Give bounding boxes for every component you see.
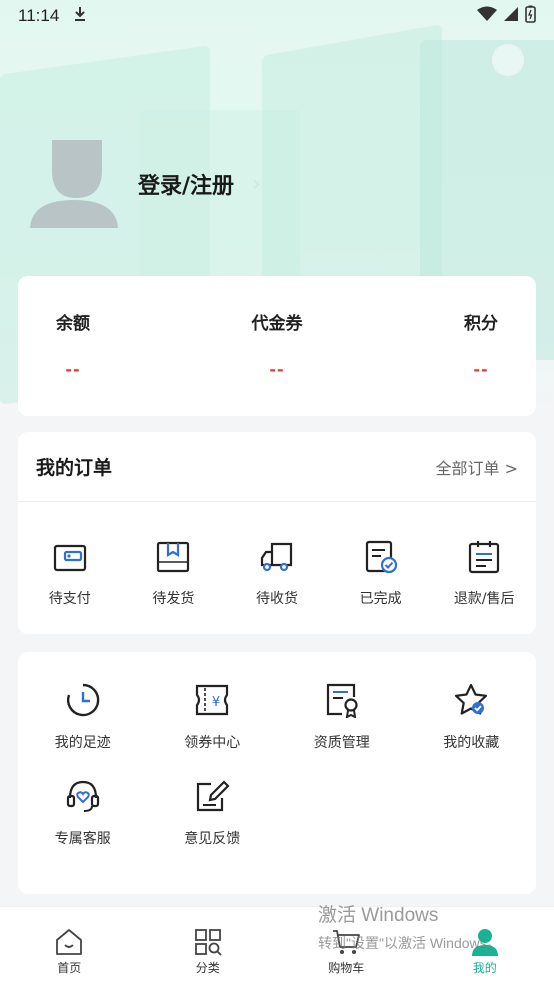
order-status-label: 退款/售后 [453, 591, 515, 607]
service-label: 意见反馈 [184, 831, 241, 847]
watermark-line2: 转到"设置"以激活 Windows。 [318, 935, 501, 951]
star-icon [455, 683, 488, 715]
balance-item-voucher[interactable]: 代金券 -- [252, 276, 303, 416]
headset-icon [66, 780, 99, 812]
service-qualification[interactable]: 资质管理 [277, 682, 407, 752]
default-avatar-icon [30, 140, 118, 228]
tab-label: 分类 [195, 961, 220, 975]
profile-login-entry[interactable]: 登录/注册 › [30, 140, 261, 228]
watermark-line1: 激活 Windows [318, 905, 439, 926]
order-status-label: 待支付 [48, 591, 91, 607]
settings-button[interactable] [492, 44, 524, 76]
services-card: 我的足迹 ¥ 领券中心 资质管理 我的收藏 专属客服 意见反馈 [18, 652, 536, 894]
balance-card: 余额 -- 代金券 -- 积分 -- [18, 276, 536, 416]
balance-item-points[interactable]: 积分 -- [464, 276, 498, 416]
service-label: 我的收藏 [443, 735, 500, 751]
wallet-icon [53, 544, 86, 572]
service-label: 我的足迹 [54, 735, 111, 751]
all-orders-link[interactable]: 全部订单 > [436, 455, 519, 479]
balance-item-yue[interactable]: 余额 -- [56, 276, 90, 416]
order-status-refund[interactable]: 退款/售后 [439, 540, 529, 608]
order-status-pending-shipment[interactable]: 待发货 [128, 540, 218, 608]
clock-icon [66, 683, 100, 717]
order-status-pending-payment[interactable]: 待支付 [25, 540, 115, 608]
points-label: 积分 [464, 314, 498, 334]
wifi-icon [477, 6, 497, 27]
voucher-label: 代金券 [251, 314, 303, 334]
feedback-edit-icon [197, 780, 230, 812]
orders-status-row: 待支付 待发货 待收货 已完成 退款/售后 [18, 502, 536, 608]
service-customer-support[interactable]: 专属客服 [18, 778, 148, 848]
avatar [30, 140, 118, 228]
balance-value: -- [65, 360, 81, 379]
service-label: 领券中心 [184, 735, 241, 751]
service-label: 资质管理 [313, 735, 370, 751]
balance-label: 余额 [56, 314, 90, 334]
orders-title: 我的订单 [36, 457, 113, 479]
box-icon [157, 541, 190, 573]
points-value: -- [473, 360, 489, 379]
signal-icon [503, 6, 519, 27]
svg-text:¥: ¥ [212, 695, 220, 710]
order-status-label: 待收货 [255, 591, 298, 607]
status-bar: 11:14 [0, 0, 554, 32]
tab-label: 购物车 [328, 961, 365, 975]
voucher-value: -- [269, 360, 285, 379]
tab-label: 我的 [472, 961, 497, 975]
chevron-right-icon: › [252, 171, 261, 197]
battery-icon [525, 5, 536, 28]
home-icon [56, 929, 83, 955]
login-register-label[interactable]: 登录/注册 [138, 168, 234, 200]
completed-doc-icon [365, 540, 397, 574]
status-time: 11:14 [18, 6, 60, 25]
coupon-icon: ¥ [196, 684, 229, 716]
service-feedback[interactable]: 意见反馈 [148, 778, 278, 848]
truck-icon [260, 542, 293, 572]
refund-clipboard-icon [469, 541, 500, 574]
order-status-completed[interactable]: 已完成 [336, 540, 426, 608]
tab-label: 首页 [57, 961, 82, 975]
order-status-label: 已完成 [359, 591, 402, 607]
download-icon [73, 6, 87, 27]
service-footprint[interactable]: 我的足迹 [18, 682, 148, 752]
services-grid: 我的足迹 ¥ 领券中心 资质管理 我的收藏 专属客服 意见反馈 [18, 652, 536, 848]
my-orders-card: 我的订单 全部订单 > 待支付 待发货 待收货 已完成 退款/售后 [18, 432, 536, 634]
order-status-pending-receipt[interactable]: 待收货 [232, 540, 322, 608]
orders-header: 我的订单 全部订单 > [18, 432, 536, 502]
tab-home[interactable]: 首页 [19, 927, 119, 976]
order-status-label: 待发货 [152, 591, 195, 607]
windows-activation-watermark: 激活 Windows 转到"设置"以激活 Windows。 [318, 900, 501, 953]
service-coupon-center[interactable]: ¥ 领券中心 [148, 682, 278, 752]
service-label: 专属客服 [54, 831, 111, 847]
certificate-icon [326, 683, 358, 718]
service-favorites[interactable]: 我的收藏 [407, 682, 537, 752]
category-icon [194, 929, 222, 956]
tab-category[interactable]: 分类 [158, 927, 258, 976]
